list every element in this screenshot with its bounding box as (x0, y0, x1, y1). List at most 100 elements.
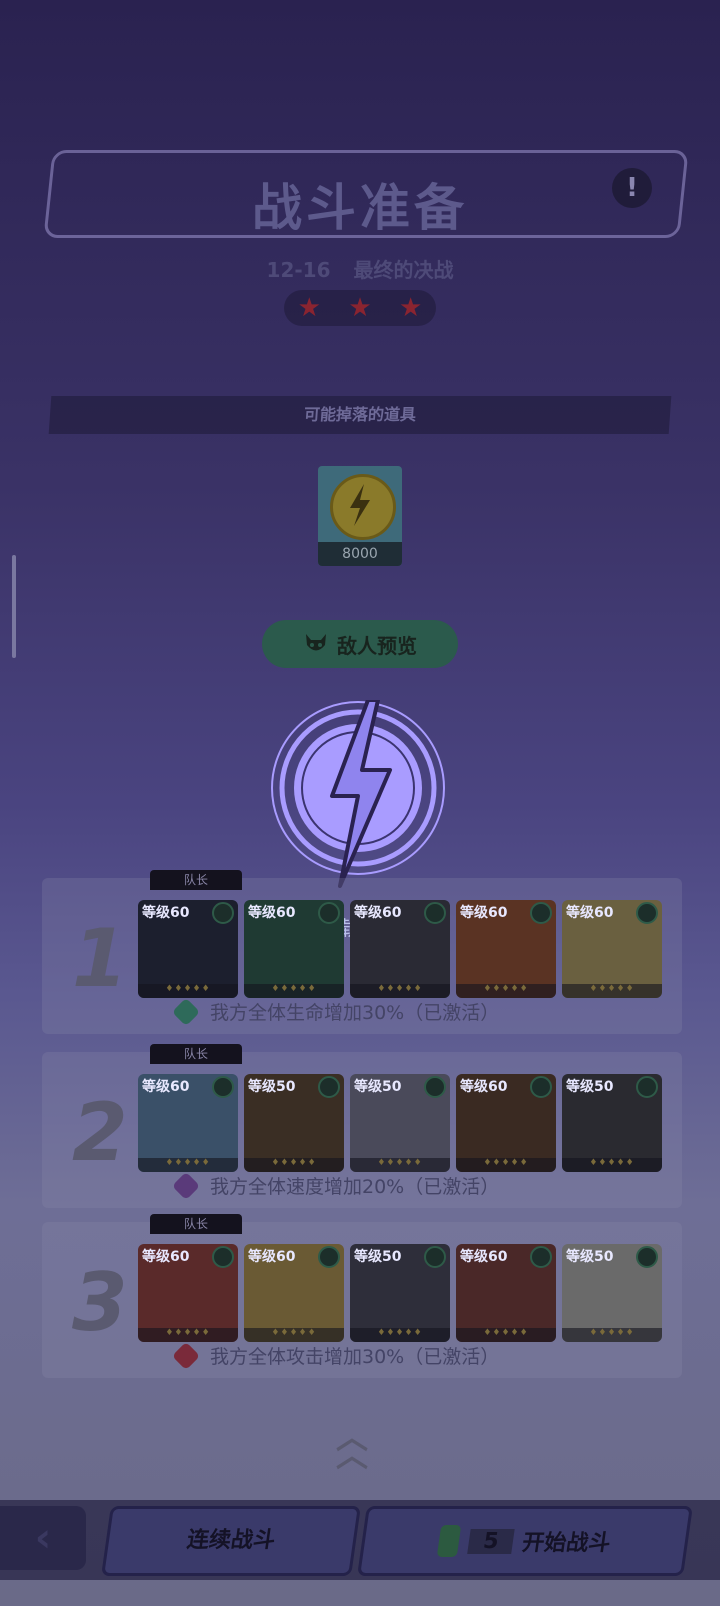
element-icon (212, 902, 234, 924)
drop-item-energy-coin[interactable]: 8000 (318, 466, 402, 566)
element-icon (424, 1076, 446, 1098)
hero-card[interactable]: 等级60 ♦♦♦♦♦ (244, 1244, 344, 1342)
drops-header: 可能掉落的道具 (48, 396, 672, 434)
element-icon (636, 902, 658, 924)
start-battle-button[interactable]: 5 开始战斗 (357, 1506, 693, 1576)
hero-card[interactable]: 等级50 ♦♦♦♦♦ (562, 1244, 662, 1342)
hero-level: 等级60 (248, 1249, 296, 1265)
team-number: 1 (72, 912, 128, 1005)
star-icon: ★ (398, 293, 423, 323)
star-pips: ♦♦♦♦♦ (350, 984, 450, 998)
hero-card[interactable]: 等级50 ♦♦♦♦♦ (350, 1244, 450, 1342)
team-bonus-text: 我方全体攻击增加30%（已激活） (210, 1346, 500, 1368)
star-pips: ♦♦♦♦♦ (456, 984, 556, 998)
element-icon (212, 1246, 234, 1268)
team-bonus-text: 我方全体生命增加30%（已激活） (210, 1002, 500, 1024)
hero-card[interactable]: 等级50 ♦♦♦♦♦ (244, 1074, 344, 1172)
stage-id: 12-16 (266, 258, 331, 282)
hero-level: 等级60 (142, 905, 190, 921)
start-battle-label: 开始战斗 (520, 1531, 613, 1556)
info-button[interactable]: ! (612, 168, 652, 208)
page-title: 战斗准备 (252, 179, 468, 237)
hero-card[interactable]: 等级60 ♦♦♦♦♦ (456, 1244, 556, 1342)
hero-level: 等级60 (460, 905, 508, 921)
star-pips: ♦♦♦♦♦ (244, 1328, 344, 1342)
star-icon: ★ (348, 293, 372, 323)
element-icon (318, 1246, 340, 1268)
star-pips: ♦♦♦♦♦ (562, 984, 662, 998)
element-icon (212, 1076, 234, 1098)
stamina-icon (437, 1525, 462, 1557)
energy-coin-icon (330, 474, 396, 540)
star-icon: ★ (297, 293, 321, 323)
star-pips: ♦♦♦♦♦ (562, 1328, 662, 1342)
stage-name: 最终的决战 (353, 258, 454, 282)
hero-card[interactable]: 等级60 ♦♦♦♦♦ (456, 900, 556, 998)
attack-gem-icon (171, 1341, 201, 1370)
star-pips: ♦♦♦♦♦ (244, 1158, 344, 1172)
team-bonus: 我方全体速度增加20%（已激活） (171, 1171, 500, 1200)
demon-icon (306, 634, 326, 651)
hero-level: 等级60 (354, 905, 402, 921)
hero-level: 等级60 (566, 905, 614, 921)
star-rating: ★ ★ ★ (284, 290, 436, 326)
hero-level: 等级60 (248, 905, 296, 921)
element-icon (424, 1246, 446, 1268)
team-number: 3 (72, 1256, 128, 1349)
star-pips: ♦♦♦♦♦ (138, 984, 238, 998)
hero-card[interactable]: 等级60 ♦♦♦♦♦ (138, 900, 238, 998)
star-pips: ♦♦♦♦♦ (138, 1158, 238, 1172)
element-icon (530, 902, 552, 924)
hero-level: 等级50 (566, 1079, 614, 1095)
hero-level: 等级50 (354, 1079, 402, 1095)
captain-label: 队长 (150, 1214, 242, 1234)
stamina-cost: 5 (467, 1528, 515, 1554)
hero-card[interactable]: 等级50 ♦♦♦♦♦ (350, 1074, 450, 1172)
team-row-3[interactable]: 3 队长 等级60 ♦♦♦♦♦ 等级60 ♦♦♦♦♦ 等级50 ♦♦♦♦♦ 等级60 ♦… (42, 1214, 682, 1378)
captain-label: 队长 (150, 870, 242, 890)
star-pips: ♦♦♦♦♦ (456, 1328, 556, 1342)
expand-chevron-up-icon[interactable]: ︿ ︿ (336, 1421, 368, 1471)
enemy-preview-button[interactable]: 敌人预览 (262, 620, 458, 668)
hero-card[interactable]: 等级60 ♦♦♦♦♦ (138, 1074, 238, 1172)
hero-card[interactable]: 等级60 ♦♦♦♦♦ (138, 1244, 238, 1342)
enemy-preview-label: 敌人预览 (337, 633, 417, 658)
element-icon (318, 1076, 340, 1098)
speed-gem-icon (171, 1171, 201, 1200)
element-icon (424, 902, 446, 924)
element-icon (636, 1076, 658, 1098)
team-row-2[interactable]: 2 队长 等级60 ♦♦♦♦♦ 等级50 ♦♦♦♦♦ 等级50 ♦♦♦♦♦ 等级60 ♦… (42, 1044, 682, 1208)
team-row-1[interactable]: 1 队长 等级60 ♦♦♦♦♦ 等级60 ♦♦♦♦♦ 等级60 ♦♦♦♦♦ 等级60 ♦… (42, 870, 682, 1034)
star-pips: ♦♦♦♦♦ (244, 984, 344, 998)
hero-level: 等级50 (566, 1249, 614, 1265)
loading-lightning-icon (271, 700, 445, 888)
element-icon (636, 1246, 658, 1268)
team-bonus: 我方全体攻击增加30%（已激活） (171, 1341, 500, 1370)
hero-level: 等级60 (142, 1249, 190, 1265)
life-gem-icon (171, 997, 201, 1026)
hero-card[interactable]: 等级50 ♦♦♦♦♦ (562, 1074, 662, 1172)
star-pips: ♦♦♦♦♦ (138, 1328, 238, 1342)
hero-card[interactable]: 等级60 ♦♦♦♦♦ (244, 900, 344, 998)
team-bonus-text: 我方全体速度增加20%（已激活） (210, 1176, 500, 1198)
side-scroll-handle[interactable] (12, 555, 16, 658)
star-pips: ♦♦♦♦♦ (456, 1158, 556, 1172)
back-button[interactable]: ‹ (0, 1506, 86, 1570)
element-icon (530, 1076, 552, 1098)
hero-level: 等级60 (142, 1079, 190, 1095)
hero-level: 等级60 (460, 1079, 508, 1095)
star-pips: ♦♦♦♦♦ (350, 1328, 450, 1342)
hero-card[interactable]: 等级60 ♦♦♦♦♦ (456, 1074, 556, 1172)
hero-card[interactable]: 等级60 ♦♦♦♦♦ (350, 900, 450, 998)
hero-card[interactable]: 等级60 ♦♦♦♦♦ (562, 900, 662, 998)
stage-label: 12-16 最终的决战 (0, 254, 720, 283)
star-pips: ♦♦♦♦♦ (350, 1158, 450, 1172)
team-number: 2 (72, 1086, 128, 1179)
hero-level: 等级50 (354, 1249, 402, 1265)
hero-level: 等级60 (460, 1249, 508, 1265)
captain-label: 队长 (150, 1044, 242, 1064)
element-icon (318, 902, 340, 924)
team-bonus: 我方全体生命增加30%（已激活） (171, 997, 500, 1026)
auto-battle-button[interactable]: 连续战斗 (101, 1506, 361, 1576)
element-icon (530, 1246, 552, 1268)
